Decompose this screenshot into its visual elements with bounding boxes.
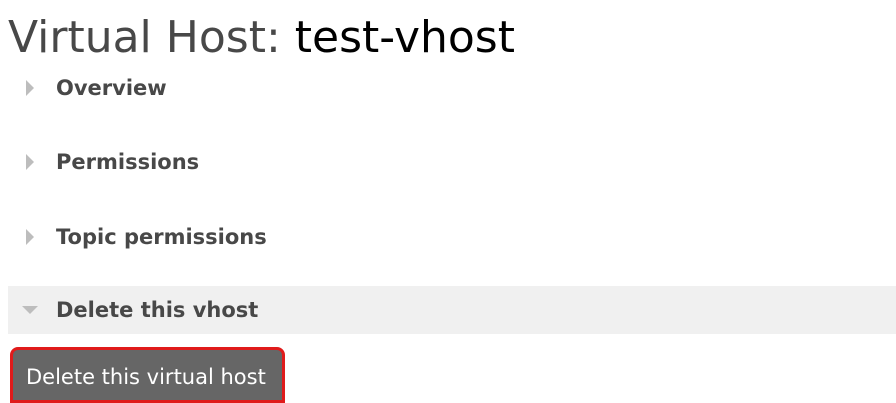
section-permissions[interactable]: Permissions xyxy=(8,138,896,186)
triangle-right-icon xyxy=(4,80,56,96)
section-label-permissions: Permissions xyxy=(56,150,200,174)
section-label-topic-permissions: Topic permissions xyxy=(56,225,267,249)
triangle-down-icon xyxy=(4,306,56,314)
page-title: Virtual Host: test-vhost xyxy=(8,10,515,66)
page-title-prefix: Virtual Host: xyxy=(8,12,281,63)
delete-virtual-host-button[interactable]: Delete this virtual host xyxy=(10,347,285,403)
triangle-right-icon xyxy=(4,229,56,245)
section-topic-permissions[interactable]: Topic permissions xyxy=(8,213,896,261)
section-label-overview: Overview xyxy=(56,76,167,100)
triangle-right-icon xyxy=(4,154,56,170)
section-overview[interactable]: Overview xyxy=(8,64,896,112)
section-label-delete-vhost: Delete this vhost xyxy=(56,298,259,322)
vhost-name: test-vhost xyxy=(294,12,515,63)
section-delete-vhost[interactable]: Delete this vhost xyxy=(8,286,896,334)
